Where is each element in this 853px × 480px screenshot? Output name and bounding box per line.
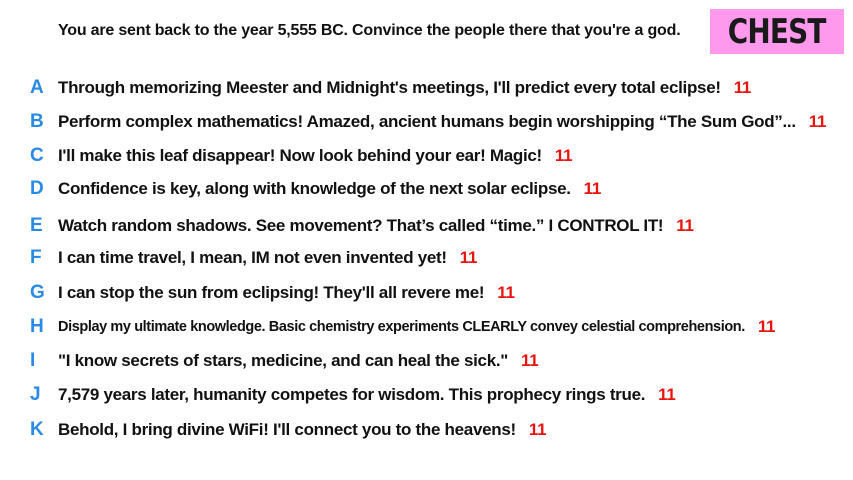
answer-letter: B: [30, 111, 44, 132]
answer-text: Behold, I bring divine WiFi! I'll connec…: [58, 420, 516, 439]
answer-text-wrap: Confidence is key, along with knowledge …: [58, 179, 601, 199]
answer-score: 11: [583, 179, 602, 198]
answer-score: 11: [554, 146, 573, 165]
answer-letter: J: [30, 384, 41, 405]
answer-score: 11: [521, 351, 539, 370]
answer-text-wrap: Perform complex mathematics! Amazed, anc…: [58, 112, 826, 132]
answer-letter: I: [30, 350, 36, 371]
answer-letter: D: [30, 178, 44, 199]
category-badge: CHEST: [710, 9, 844, 54]
answer-text-wrap: 7,579 years later, humanity competes for…: [58, 385, 676, 405]
answer-text: Watch random shadows. See movement? That…: [58, 216, 664, 235]
answer-text-wrap: I can stop the sun from eclipsing! They'…: [58, 283, 515, 303]
answer-text: Perform complex mathematics! Amazed, anc…: [58, 112, 796, 131]
answer-text-wrap: Display my ultimate knowledge. Basic che…: [58, 317, 775, 337]
answer-letter: G: [30, 282, 45, 303]
answer-score: 11: [808, 112, 827, 131]
answer-text: I'll make this leaf disappear! Now look …: [58, 146, 542, 165]
answer-score: 11: [733, 78, 752, 97]
answer-text: 7,579 years later, humanity competes for…: [58, 385, 646, 404]
answer-score: 11: [459, 248, 478, 267]
answer-text: I can time travel, I mean, IM not even i…: [58, 248, 447, 267]
answer-text-wrap: Watch random shadows. See movement? That…: [58, 216, 694, 236]
answer-letter: C: [30, 145, 44, 166]
answer-letter: F: [30, 247, 42, 268]
answer-score: 11: [658, 385, 676, 404]
answer-score: 11: [676, 216, 694, 235]
answer-text: Through memorizing Meester and Midnight'…: [58, 78, 721, 97]
answer-text-wrap: I can time travel, I mean, IM not even i…: [58, 248, 477, 268]
answer-letter: K: [30, 419, 44, 440]
answer-score: 11: [528, 420, 547, 439]
answer-text: I can stop the sun from eclipsing! They'…: [58, 283, 485, 302]
answer-letter: E: [30, 215, 43, 236]
answer-text: "I know secrets of stars, medicine, and …: [58, 351, 509, 370]
answer-letter: A: [30, 77, 44, 98]
answer-letter: H: [30, 316, 44, 337]
answer-text-wrap: "I know secrets of stars, medicine, and …: [58, 351, 539, 371]
answer-score: 11: [757, 317, 776, 336]
answer-text: Display my ultimate knowledge. Basic che…: [58, 319, 745, 335]
answer-text-wrap: Through memorizing Meester and Midnight'…: [58, 78, 751, 98]
prompt-text: You are sent back to the year 5,555 BC. …: [58, 22, 681, 39]
category-badge-label: CHEST: [728, 11, 827, 52]
answer-text-wrap: I'll make this leaf disappear! Now look …: [58, 146, 573, 166]
answer-text: Confidence is key, along with knowledge …: [58, 179, 571, 198]
answer-text-wrap: Behold, I bring divine WiFi! I'll connec…: [58, 420, 547, 440]
answer-score: 11: [497, 283, 515, 302]
